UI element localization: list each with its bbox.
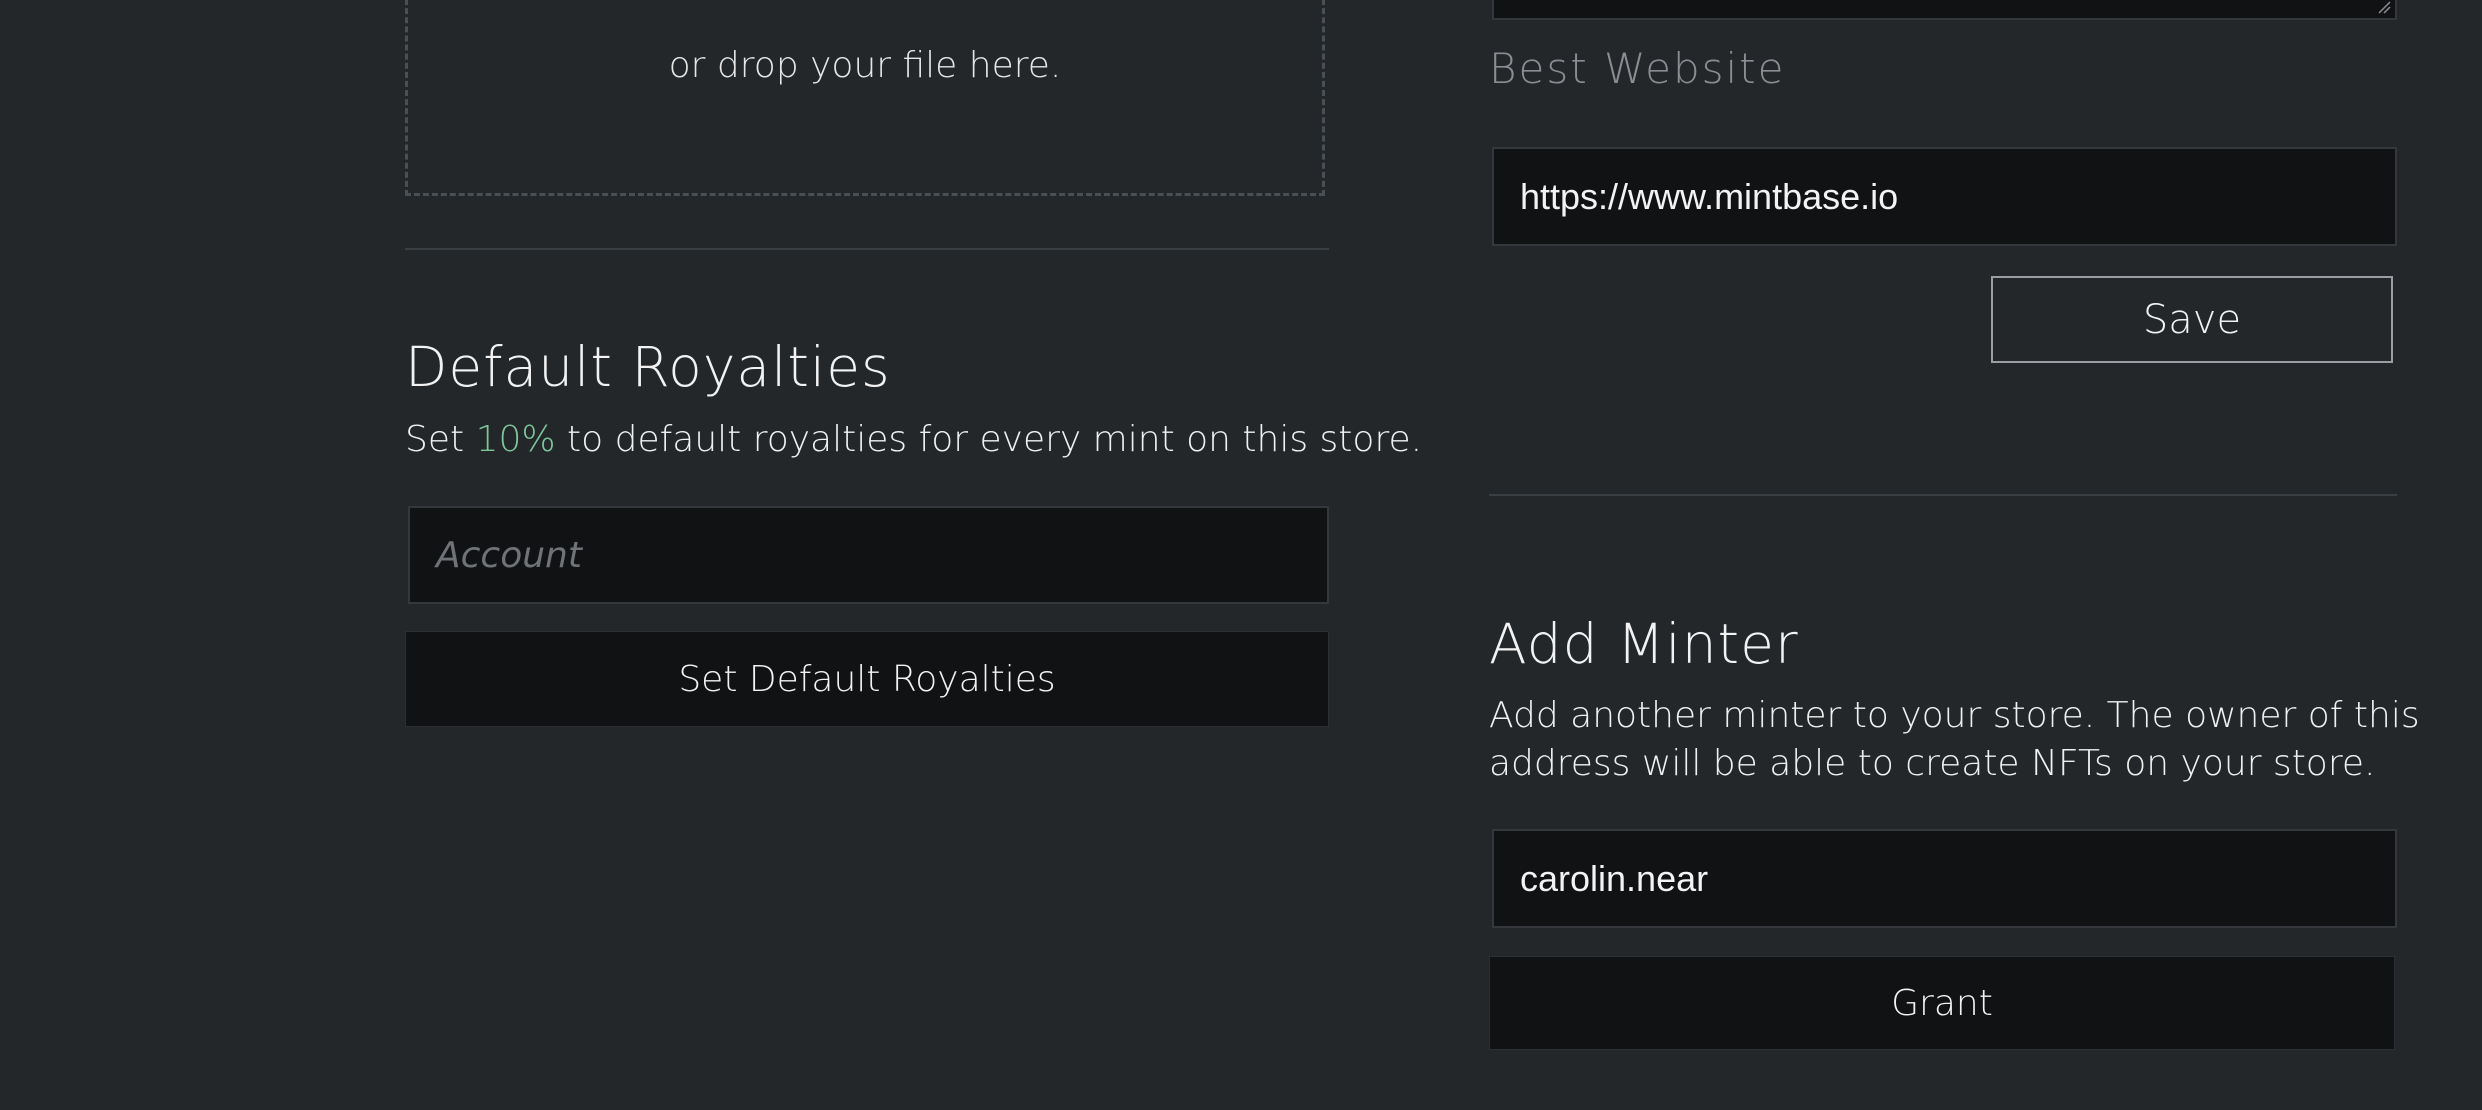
add-minter-description: Add another minter to your store. The ow… bbox=[1489, 692, 2420, 788]
website-label: Best Website bbox=[1489, 44, 1786, 93]
royalties-desc-prefix: Set bbox=[405, 419, 476, 460]
royalties-percent: 10% bbox=[475, 419, 556, 460]
royalties-desc-suffix: to default royalties for every mint on t… bbox=[555, 419, 1423, 460]
add-minter-title: Add Minter bbox=[1489, 612, 1799, 676]
royalties-description: Set 10% to default royalties for every m… bbox=[405, 416, 1422, 464]
add-minter-desc-line1: Add another minter to your store. The ow… bbox=[1489, 695, 2420, 736]
drop-text: or drop your file here. bbox=[668, 45, 1062, 86]
resize-handle-icon[interactable] bbox=[2377, 0, 2391, 14]
section-divider bbox=[405, 248, 1329, 250]
grant-button[interactable]: Grant bbox=[1489, 956, 2395, 1050]
store-settings-page: or drop your file here. Default Royaltie… bbox=[0, 0, 2482, 1110]
set-default-royalties-button[interactable]: Set Default Royalties bbox=[405, 631, 1329, 727]
right-column: Best Website https://www.mintbase.io Sav… bbox=[1489, 0, 2420, 1110]
account-input[interactable]: Account bbox=[408, 506, 1329, 604]
left-column: or drop your file here. Default Royaltie… bbox=[405, 0, 1422, 1110]
file-dropzone[interactable]: or drop your file here. bbox=[405, 0, 1325, 196]
description-textarea[interactable] bbox=[1492, 0, 2397, 20]
website-input[interactable]: https://www.mintbase.io bbox=[1492, 147, 2397, 246]
save-button[interactable]: Save bbox=[1991, 276, 2393, 363]
minter-account-input[interactable]: carolin.near bbox=[1492, 829, 2397, 928]
royalties-title: Default Royalties bbox=[405, 335, 891, 399]
add-minter-desc-line2: address will be able to create NFTs on y… bbox=[1489, 743, 2376, 784]
section-divider bbox=[1489, 494, 2397, 496]
